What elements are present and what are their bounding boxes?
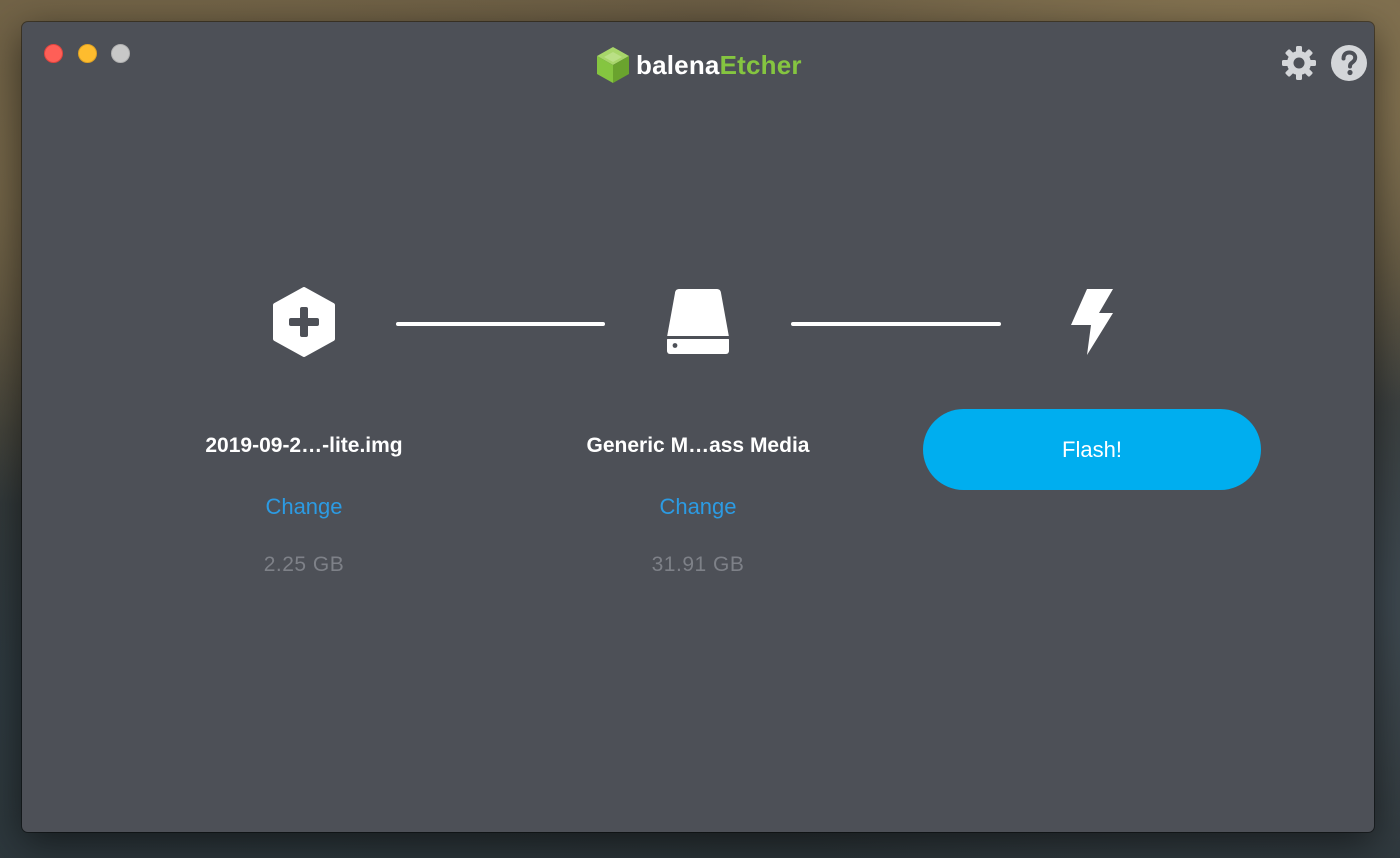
brand-prefix: balena: [636, 49, 720, 80]
drive-name: Generic M…ass Media: [586, 434, 810, 457]
flash-icon-wrap: [922, 287, 1262, 357]
image-size: 2.25 GB: [263, 553, 345, 576]
change-drive-link[interactable]: Change: [528, 494, 868, 520]
etcher-window: balenaEtcher 2019-09-2…-lite.img Change …: [22, 22, 1374, 832]
add-image-hexagon-icon: [273, 287, 335, 357]
drive-size: 31.91 GB: [651, 553, 745, 576]
lightning-bolt-icon: [1071, 289, 1113, 355]
balena-cube-icon: [597, 47, 629, 83]
window-maximize-button[interactable]: [111, 44, 130, 63]
window-close-button[interactable]: [44, 44, 63, 63]
brand-suffix: Etcher: [719, 49, 802, 80]
drive-icon: [667, 289, 729, 354]
image-filename: 2019-09-2…-lite.img: [205, 434, 403, 457]
app-title: balenaEtcher: [636, 50, 802, 81]
help-button[interactable]: [1330, 44, 1368, 87]
change-image-link[interactable]: Change: [134, 494, 474, 520]
settings-button[interactable]: [1280, 44, 1318, 87]
question-mark-icon: [1331, 45, 1367, 81]
app-logo: balenaEtcher: [596, 46, 802, 84]
window-minimize-button[interactable]: [78, 44, 97, 63]
flash-button[interactable]: Flash!: [923, 409, 1261, 490]
gear-icon: [1282, 46, 1316, 80]
